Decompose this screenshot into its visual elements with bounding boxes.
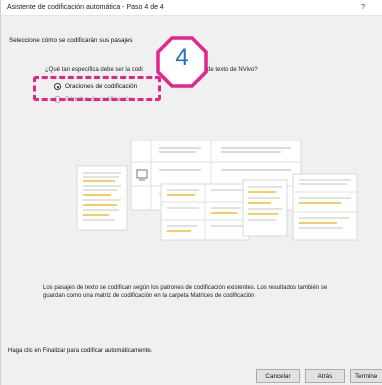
cancel-button[interactable]: Cancelar xyxy=(256,369,300,383)
help-button[interactable]: ? xyxy=(361,4,365,11)
annotation-highlight-box xyxy=(33,76,161,101)
window-title: Asistente de codificación automática - P… xyxy=(7,4,164,11)
finish-instruction: Haga clic en Finalizar para codificar au… xyxy=(8,348,153,354)
step-number: 4 xyxy=(175,44,189,71)
coding-matrix-illustration xyxy=(76,140,358,241)
auto-code-wizard-dialog: Asistente de codificación automática - P… xyxy=(0,0,382,385)
finish-button[interactable]: Termine xyxy=(350,369,382,383)
result-description: Los pasajes de texto se codifican según … xyxy=(43,285,328,299)
back-button[interactable]: Atrás xyxy=(305,369,345,383)
step-prompt: Seleccione cómo se codificarán sus pasaj… xyxy=(9,37,133,44)
title-bar: Asistente de codificación automática - P… xyxy=(1,0,382,16)
question-text-start: ¿Qué tan específica debe ser la codi xyxy=(45,67,143,73)
question-text-end: de texto de NVivo? xyxy=(207,67,258,73)
